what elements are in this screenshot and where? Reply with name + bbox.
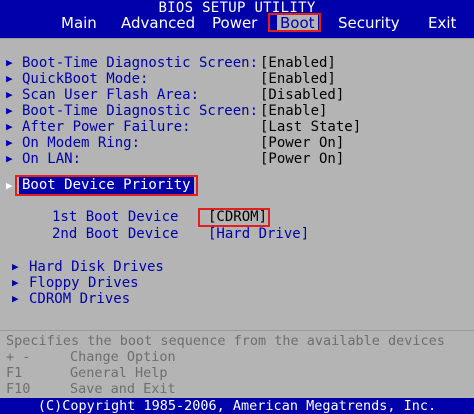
option-value[interactable]: [Enabled] bbox=[260, 71, 336, 87]
option-row[interactable]: ▶ On Modem Ring: [Power On] bbox=[6, 135, 466, 151]
boot-device-label: 1st Boot Device bbox=[52, 209, 179, 225]
tab-security[interactable]: Security bbox=[335, 14, 403, 32]
option-value[interactable]: [Power On] bbox=[260, 151, 344, 167]
boot-device-label: 2nd Boot Device bbox=[52, 226, 179, 242]
option-label: Scan User Flash Area: bbox=[22, 87, 200, 103]
cdrom-highlight-box bbox=[198, 208, 270, 227]
option-row[interactable]: ▶ Boot-Time Diagnostic Screen: [Enabled] bbox=[6, 55, 466, 71]
help-description: Specifies the boot sequence from the ava… bbox=[6, 333, 445, 349]
option-row[interactable]: ▶ After Power Failure: [Last State] bbox=[6, 119, 466, 135]
boot-priority-highlight-box bbox=[15, 175, 198, 196]
option-label: Boot-Time Diagnostic Screen: bbox=[22, 103, 259, 119]
key-action: Change Option bbox=[70, 349, 176, 365]
triangle-right-icon: ▶ bbox=[12, 260, 19, 273]
option-label: On LAN: bbox=[22, 151, 82, 167]
boot-tab-highlight-box bbox=[268, 13, 321, 32]
triangle-right-icon: ▶ bbox=[6, 152, 13, 165]
triangle-right-icon: ▶ bbox=[6, 120, 13, 133]
tab-exit[interactable]: Exit bbox=[425, 14, 459, 32]
key-name: F10 bbox=[6, 381, 31, 397]
key-action: General Help bbox=[70, 365, 168, 381]
tab-advanced[interactable]: Advanced bbox=[118, 14, 198, 32]
bios-header: BIOS SETUP UTILITY Main Advanced Power B… bbox=[0, 0, 474, 38]
key-name: + - bbox=[6, 349, 31, 365]
option-value[interactable]: [Disabled] bbox=[260, 87, 344, 103]
help-panel: Specifies the boot sequence from the ava… bbox=[0, 330, 474, 398]
submenu-label: Floppy Drives bbox=[29, 275, 139, 291]
option-value[interactable]: [Power On] bbox=[260, 135, 344, 151]
option-value[interactable]: [Last State] bbox=[260, 119, 361, 135]
triangle-right-icon: ▶ bbox=[6, 56, 13, 69]
option-label: After Power Failure: bbox=[22, 119, 191, 135]
submenu-label: CDROM Drives bbox=[29, 291, 131, 307]
option-row[interactable]: ▶ On LAN: [Power On] bbox=[6, 151, 466, 167]
option-row[interactable]: ▶ Boot-Time Diagnostic Screen: [Enable] bbox=[6, 103, 466, 119]
boot-device-value[interactable]: [Hard Drive] bbox=[208, 226, 309, 242]
settings-panel: ▶ Boot-Time Diagnostic Screen: [Enabled]… bbox=[0, 38, 474, 330]
option-value[interactable]: [Enabled] bbox=[260, 55, 336, 71]
triangle-right-icon: ▶ bbox=[6, 136, 13, 149]
option-label: QuickBoot Mode: bbox=[22, 71, 149, 87]
tab-power[interactable]: Power bbox=[209, 14, 260, 32]
bios-screen: BIOS SETUP UTILITY Main Advanced Power B… bbox=[0, 0, 474, 414]
key-action: Save and Exit bbox=[70, 381, 176, 397]
triangle-right-icon: ▶ bbox=[12, 292, 19, 305]
triangle-right-icon: ▶ bbox=[6, 88, 13, 101]
triangle-right-icon: ▶ bbox=[6, 179, 13, 192]
triangle-right-icon: ▶ bbox=[6, 104, 13, 117]
option-label: Boot-Time Diagnostic Screen: bbox=[22, 55, 259, 71]
option-row[interactable]: ▶ Scan User Flash Area: [Disabled] bbox=[6, 87, 466, 103]
option-label: On Modem Ring: bbox=[22, 135, 141, 151]
triangle-right-icon: ▶ bbox=[12, 276, 19, 289]
option-row[interactable]: ▶ QuickBoot Mode: [Enabled] bbox=[6, 71, 466, 87]
key-name: F1 bbox=[6, 365, 23, 381]
triangle-right-icon: ▶ bbox=[6, 72, 13, 85]
copyright-footer: (C)Copyright 1985-2006, American Megatre… bbox=[0, 398, 474, 414]
submenu-label: Hard Disk Drives bbox=[29, 259, 164, 275]
option-value[interactable]: [Enable] bbox=[260, 103, 327, 119]
tab-main[interactable]: Main bbox=[58, 14, 100, 32]
